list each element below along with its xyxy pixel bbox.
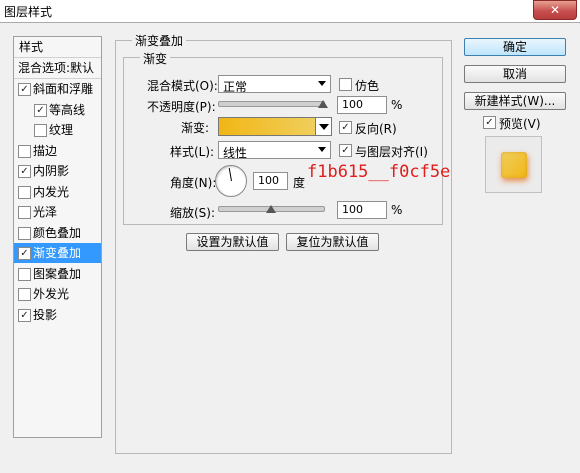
angle-label: 角度(N): — [170, 176, 217, 190]
style-item[interactable]: ✓ 斜面和浮雕 — [14, 79, 101, 99]
preview-checkbox[interactable]: ✓ — [483, 116, 496, 129]
style-item-label: 内阴影 — [33, 164, 70, 178]
preview-box — [485, 136, 542, 193]
blend-options-item[interactable]: 混合选项:默认 — [14, 58, 101, 79]
reset-default-button[interactable]: 复位为默认值 — [286, 233, 379, 251]
style-item-checkbox[interactable] — [18, 288, 31, 301]
preview-swatch — [501, 152, 527, 178]
opacity-slider-thumb[interactable] — [318, 100, 328, 108]
style-item-checkbox[interactable]: ✓ — [18, 165, 31, 178]
style-item-checkbox[interactable]: ✓ — [18, 308, 31, 322]
scale-unit: % — [391, 203, 403, 217]
style-item-checkbox[interactable]: ✓ — [18, 83, 31, 96]
close-button[interactable]: ✕ — [533, 0, 577, 20]
styles-header-label: 样式 — [19, 40, 44, 54]
style-item[interactable]: 内发光 — [14, 182, 101, 202]
dither-label: 仿色 — [355, 79, 380, 93]
gradient-swatch[interactable] — [218, 117, 317, 136]
styles-header: 样式 — [14, 37, 101, 58]
style-item[interactable]: 颜色叠加 — [14, 223, 101, 243]
style-item[interactable]: ✓ 渐变叠加 — [14, 243, 101, 263]
opacity-slider[interactable] — [218, 101, 325, 107]
style-item-checkbox[interactable] — [18, 144, 31, 158]
title-bar: 图层样式 ✕ — [0, 0, 580, 22]
style-label: 样式(L): — [170, 145, 215, 159]
align-with-layer-checkbox[interactable]: ✓ — [339, 144, 352, 157]
angle-unit: 度 — [293, 176, 306, 190]
gradient-label: 渐变: — [181, 121, 210, 135]
cancel-button[interactable]: 取消 — [464, 65, 566, 83]
style-item-label: 斜面和浮雕 — [33, 82, 94, 96]
style-item-label: 光泽 — [33, 205, 58, 219]
angle-input[interactable]: 100 — [253, 172, 288, 190]
reverse-label: 反向(R) — [355, 122, 397, 136]
reverse-checkbox[interactable]: ✓ — [339, 121, 352, 134]
style-value: 线性 — [223, 146, 248, 160]
new-style-button[interactable]: 新建样式(W)... — [464, 92, 566, 110]
gradient-dropdown[interactable] — [315, 117, 332, 136]
set-default-button[interactable]: 设置为默认值 — [186, 233, 279, 251]
styles-list: 样式 混合选项:默认 ✓ 斜面和浮雕 ✓ 等高线 纹理 描边 ✓ 内阴影 内发光 光泽 颜色叠加 ✓ 渐… — [13, 36, 102, 438]
blend-mode-label: 混合模式(O): — [147, 79, 218, 93]
window-title: 图层样式 — [4, 5, 53, 19]
style-item-label: 图案叠加 — [33, 266, 82, 281]
style-item[interactable]: ✓ 投影 — [14, 305, 101, 325]
style-item[interactable]: ✓ 等高线 — [14, 100, 101, 120]
style-item[interactable]: 光泽 — [14, 202, 101, 222]
style-item-checkbox[interactable]: ✓ — [18, 247, 31, 260]
style-item[interactable]: 图案叠加 — [14, 264, 101, 284]
style-item[interactable]: 描边 — [14, 141, 101, 161]
style-item-label: 颜色叠加 — [33, 225, 82, 240]
align-with-layer-label: 与图层对齐(I) — [355, 145, 428, 159]
opacity-label: 不透明度(P): — [147, 100, 216, 114]
style-item-checkbox[interactable] — [18, 226, 31, 240]
close-icon: ✕ — [549, 3, 561, 17]
chevron-down-icon — [319, 124, 329, 130]
style-item[interactable]: ✓ 内阴影 — [14, 161, 101, 181]
ok-button[interactable]: 确定 — [464, 38, 566, 56]
angle-dial[interactable] — [215, 165, 247, 197]
chevron-down-icon — [318, 147, 326, 152]
style-item-checkbox[interactable] — [34, 124, 47, 137]
blend-options-label: 混合选项:默认 — [18, 61, 95, 75]
style-item-checkbox[interactable]: ✓ — [34, 103, 47, 117]
subgroup-title: 渐变 — [140, 50, 171, 67]
style-item-label: 投影 — [33, 307, 58, 322]
style-item[interactable]: 纹理 — [14, 120, 101, 140]
title-divider — [0, 22, 580, 23]
opacity-unit: % — [391, 98, 403, 112]
style-item-label: 纹理 — [49, 123, 74, 137]
color-annotation: f1b615__f0cf5e — [307, 162, 451, 182]
style-item-checkbox[interactable] — [18, 185, 31, 199]
group-title: 渐变叠加 — [132, 32, 187, 49]
blend-mode-value: 正常 — [223, 80, 248, 94]
scale-label: 缩放(S): — [170, 206, 216, 220]
dither-checkbox[interactable] — [339, 78, 352, 91]
style-item-checkbox[interactable] — [18, 206, 31, 219]
style-select[interactable]: 线性 — [218, 141, 331, 160]
style-item-label: 等高线 — [49, 102, 86, 117]
style-item-label: 描边 — [33, 143, 58, 158]
style-item-label: 外发光 — [33, 287, 70, 301]
angle-needle-icon — [228, 168, 232, 181]
scale-slider-thumb[interactable] — [265, 205, 276, 213]
preview-label: 预览(V) — [499, 117, 541, 131]
chevron-down-icon — [318, 81, 326, 86]
style-item-checkbox[interactable] — [18, 267, 31, 281]
scale-input[interactable]: 100 — [337, 201, 387, 219]
style-item[interactable]: 外发光 — [14, 284, 101, 304]
style-item-label: 渐变叠加 — [33, 246, 82, 260]
blend-mode-select[interactable]: 正常 — [218, 75, 331, 94]
opacity-input[interactable]: 100 — [337, 96, 387, 114]
style-item-label: 内发光 — [33, 184, 70, 199]
